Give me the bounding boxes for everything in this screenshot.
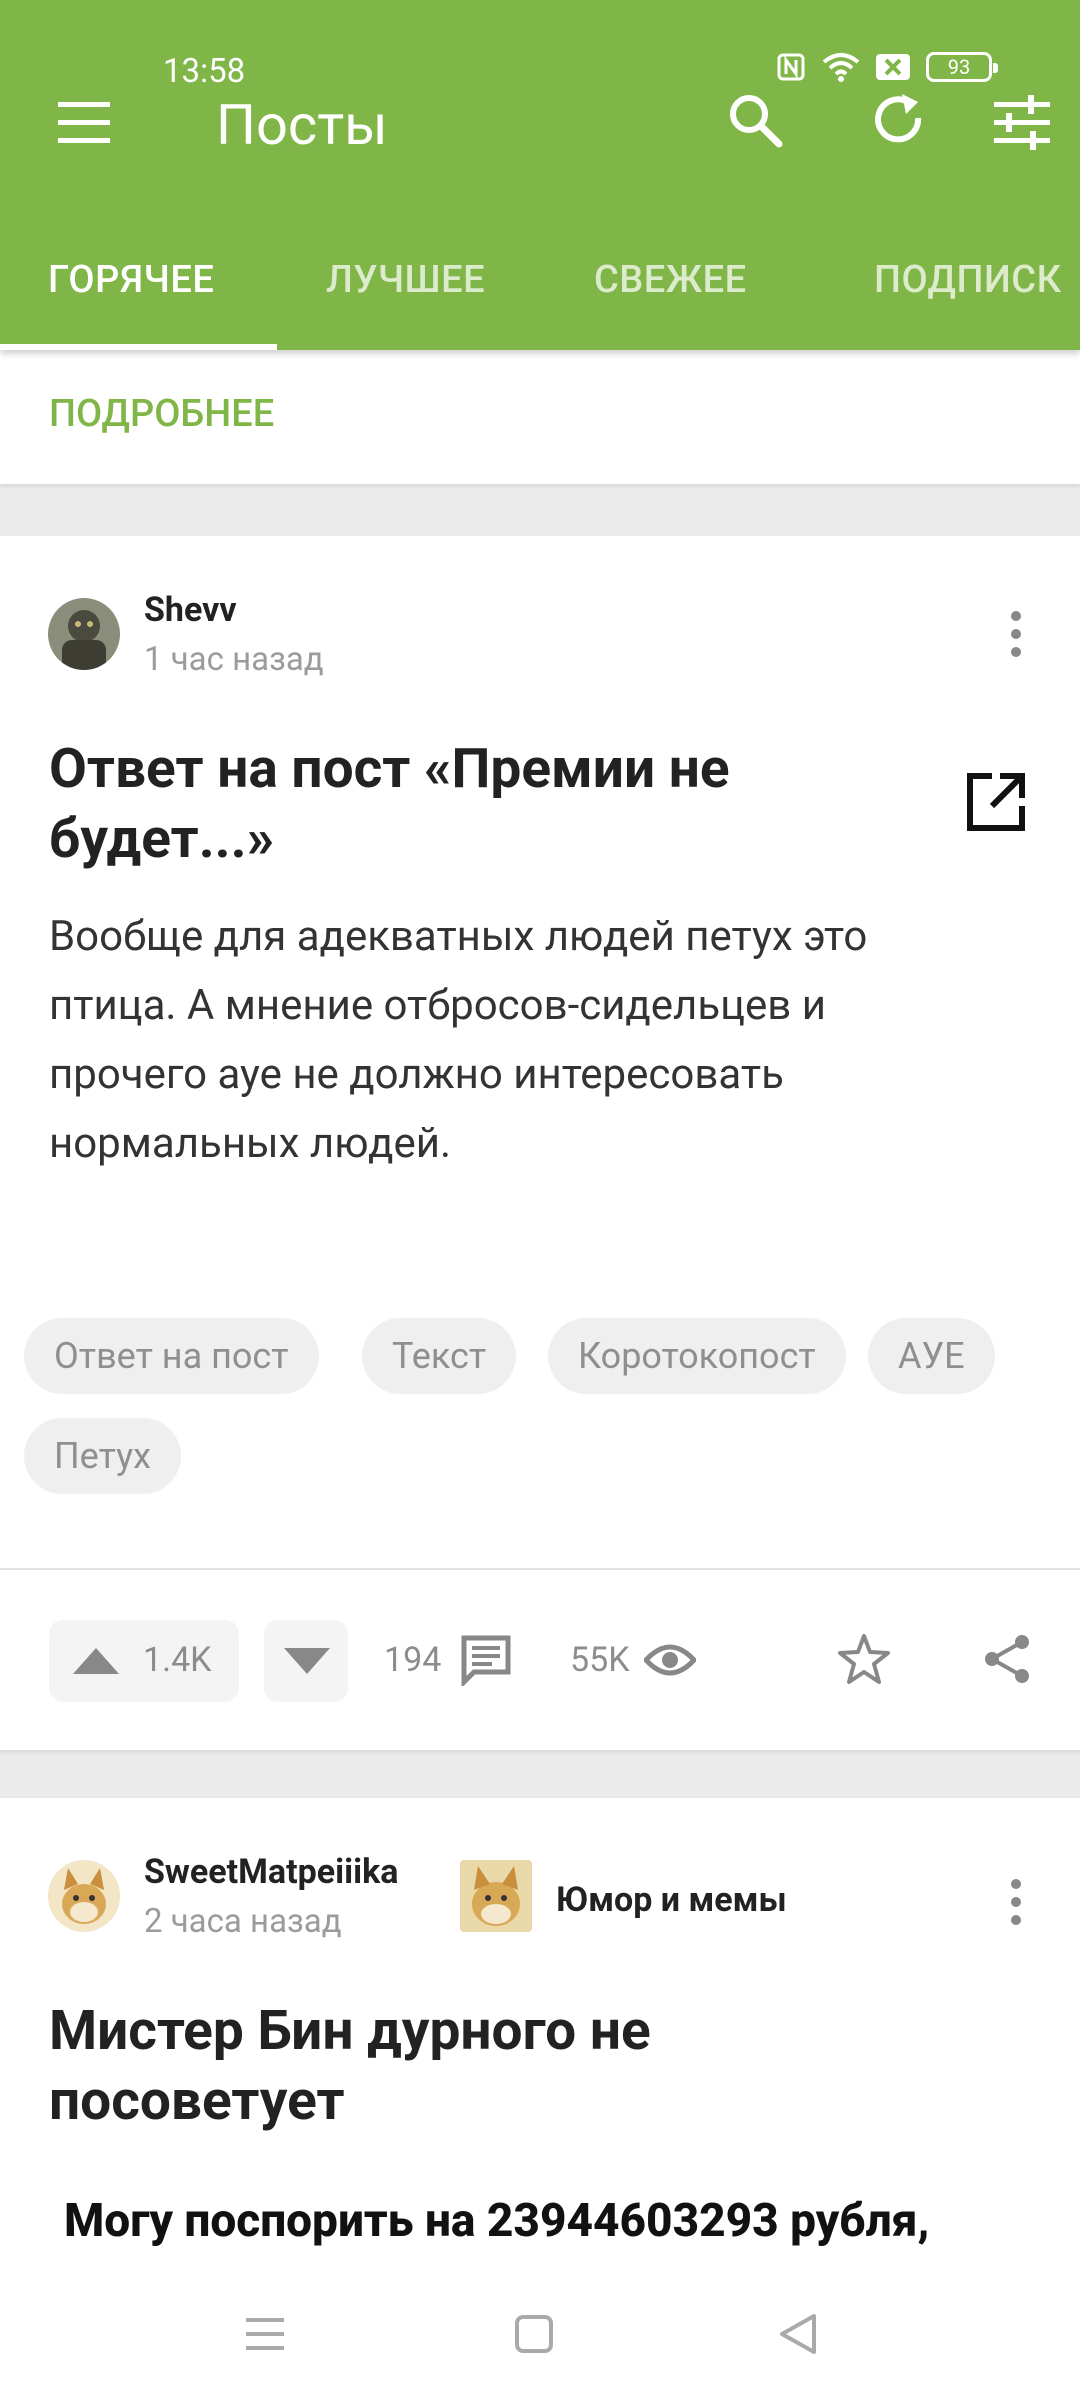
post-text-line: нормальных людей. — [49, 1119, 452, 1168]
post-text-line: Вообще для адекватных людей петух это — [49, 912, 868, 961]
app: 13:58 93 Посты ГОРЯЧЕЕ ЛУЧШЕЕ СВЕЖЕЕ ПОД… — [0, 0, 1080, 2400]
share-icon[interactable] — [980, 1632, 1034, 1686]
app-header: 13:58 93 Посты ГОРЯЧЕЕ ЛУЧШЕЕ СВЕЖЕЕ ПОД… — [0, 0, 1080, 350]
tag-chip[interactable]: Ответ на пост — [24, 1318, 319, 1394]
tab-fresh[interactable]: СВЕЖЕЕ — [594, 258, 747, 302]
views-count: 55K — [570, 1640, 630, 1680]
post-card: SweetMatpeiiika 2 часа назад Юмор и мемы… — [0, 1798, 1080, 2218]
active-tab-indicator — [0, 344, 277, 350]
post-title-line-2[interactable]: будет...» — [49, 804, 274, 874]
community-name[interactable]: Юмор и мемы — [556, 1880, 787, 1920]
downvote-button[interactable] — [264, 1620, 348, 1702]
community-avatar[interactable] — [460, 1860, 532, 1932]
tab-subscriptions[interactable]: ПОДПИСК — [874, 258, 1062, 302]
upvote-button[interactable]: 1.4K — [49, 1620, 239, 1702]
tag-chip[interactable]: Коротокопост — [548, 1318, 846, 1394]
recents-menu-icon[interactable] — [244, 2314, 286, 2354]
comments-count[interactable]: 194 — [384, 1640, 441, 1680]
battery-level: 93 — [947, 55, 971, 79]
menu-icon[interactable] — [58, 100, 114, 146]
post-image[interactable]: Могу поспорить на 23944603293 рубля, — [0, 2180, 1080, 2270]
status-icons: 93 — [776, 52, 998, 82]
author-name[interactable]: Shevv — [144, 590, 237, 630]
more-options-icon[interactable] — [1006, 1874, 1026, 1934]
home-icon[interactable] — [514, 2314, 554, 2354]
nfc-icon — [777, 53, 805, 81]
page-title: Посты — [216, 92, 388, 158]
post-text-line: прочего ауе не должно интересовать — [49, 1050, 784, 1099]
divider — [0, 1568, 1080, 1570]
system-nav-bar — [0, 2270, 1080, 2400]
avatar[interactable] — [48, 598, 120, 670]
avatar[interactable] — [48, 1860, 120, 1932]
post-time: 1 час назад — [144, 640, 324, 679]
more-link[interactable]: ПОДРОБНЕЕ — [49, 392, 274, 436]
eye-icon — [644, 1644, 696, 1676]
tab-best[interactable]: ЛУЧШЕЕ — [326, 258, 485, 302]
arrow-down-icon — [284, 1648, 330, 1674]
battery-icon: 93 — [926, 52, 998, 82]
post-title-line-2[interactable]: посоветует — [49, 2066, 345, 2136]
post-card: Shevv 1 час назад Ответ на пост «Премии … — [0, 536, 1080, 1750]
status-time: 13:58 — [163, 52, 246, 91]
tab-hot[interactable]: ГОРЯЧЕЕ — [48, 258, 214, 302]
external-link-icon[interactable] — [964, 770, 1028, 834]
refresh-icon[interactable] — [868, 90, 932, 154]
wifi-icon — [822, 53, 860, 82]
post-title-line-1[interactable]: Мистер Бин дурного не — [49, 1996, 651, 2066]
comment-icon[interactable] — [460, 1634, 512, 1686]
more-options-icon[interactable] — [1006, 606, 1026, 666]
post-title-line-1[interactable]: Ответ на пост «Премии не — [49, 734, 730, 804]
more-card: ПОДРОБНЕЕ — [0, 350, 1080, 484]
rating-count: 1.4K — [143, 1640, 212, 1680]
post-text-line: птица. А мнение отбросов-сидельцев и — [49, 981, 826, 1030]
author-name[interactable]: SweetMatpeiiika — [144, 1852, 398, 1892]
tag-chip[interactable]: Петух — [24, 1418, 181, 1494]
tag-chip[interactable]: АУЕ — [868, 1318, 995, 1394]
no-sim-icon — [876, 54, 910, 80]
star-icon[interactable] — [836, 1632, 892, 1686]
tab-bar: ГОРЯЧЕЕ ЛУЧШЕЕ СВЕЖЕЕ ПОДПИСК — [0, 240, 1080, 350]
filter-icon[interactable] — [990, 90, 1054, 154]
tag-chip[interactable]: Текст — [362, 1318, 517, 1394]
image-caption: Могу поспорить на 23944603293 рубля, — [64, 2194, 930, 2248]
arrow-up-icon — [73, 1648, 119, 1674]
back-icon[interactable] — [778, 2312, 818, 2356]
post-time: 2 часа назад — [144, 1902, 342, 1941]
search-icon[interactable] — [723, 90, 787, 154]
